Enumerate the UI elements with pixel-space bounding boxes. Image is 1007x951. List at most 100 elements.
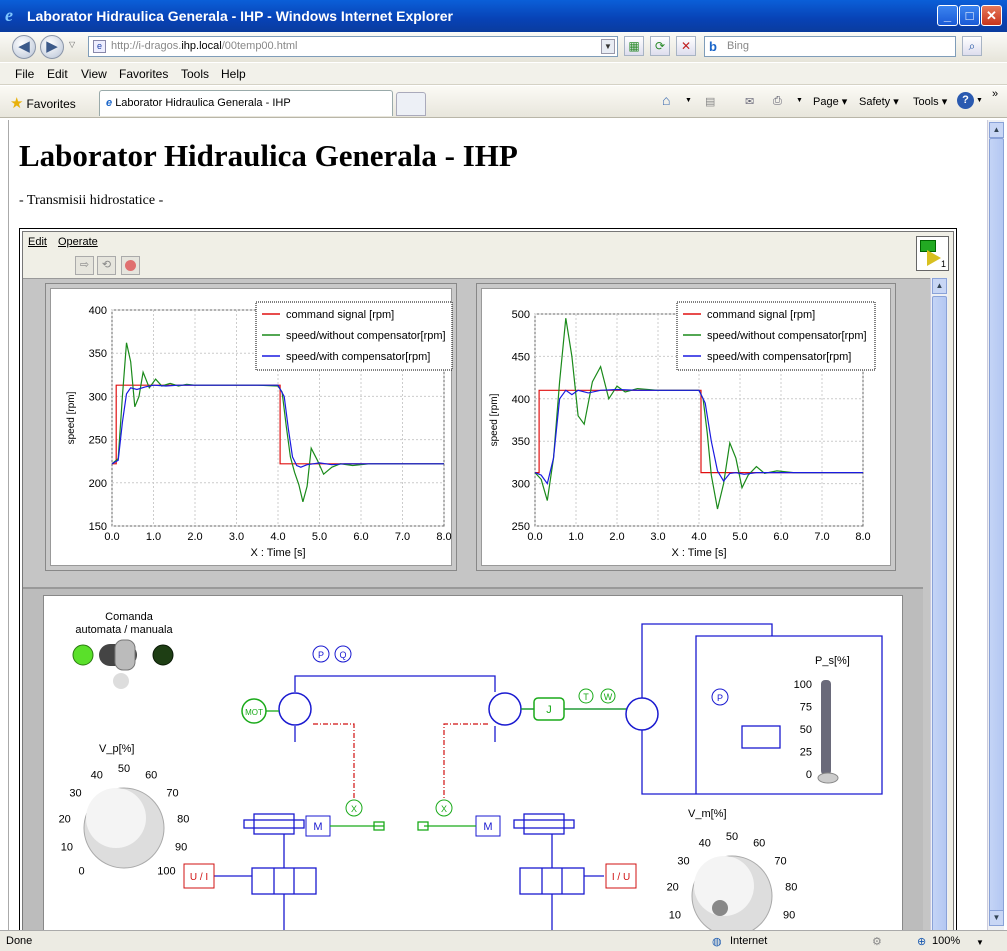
help-icon[interactable]: ? xyxy=(957,92,974,109)
menu-file[interactable]: File xyxy=(15,67,34,81)
compatibility-icon[interactable]: ▦ xyxy=(624,36,644,56)
run-continuous-icon[interactable]: ⟲ xyxy=(97,256,116,275)
zoom-dropdown-icon[interactable]: ▼ xyxy=(976,938,984,947)
labview-frame: Edit Operate ⇨ ⟲ 1 0.0 1.0 2.0 3.0 4.0 5.0 6.0… xyxy=(19,228,957,930)
chart-1: 0.0 1.0 2.0 3.0 4.0 5.0 6.0 7.0 8.01502002503003… xyxy=(66,301,453,559)
y-tick-label: 500 xyxy=(512,309,530,321)
hydraulic-schematic: Comanda automata / manuala V_p[%] V_m[%]… xyxy=(59,611,883,930)
vi-menu-operate[interactable]: Operate xyxy=(58,236,98,248)
knob-tick-label: 30 xyxy=(69,788,81,800)
abort-icon[interactable] xyxy=(121,256,140,275)
status-text: Done xyxy=(6,935,33,947)
legend-entry: speed/without compensator[rpm] xyxy=(707,330,867,342)
line-pump-motor-top xyxy=(294,675,496,692)
zoom-level[interactable]: 100% xyxy=(932,935,960,947)
x-tick-label: 5.0 xyxy=(312,531,327,543)
favorites-button[interactable]: ★ Favorites xyxy=(10,94,76,112)
vi-arrow-icon xyxy=(927,250,941,266)
maximize-button[interactable]: □ xyxy=(959,5,980,26)
back-button[interactable]: ◀ xyxy=(12,35,36,59)
menu-edit[interactable]: Edit xyxy=(47,67,68,81)
window-title: Laborator Hidraulica Generala - IHP - Wi… xyxy=(27,8,453,24)
page-vertical-scrollbar[interactable]: ▲ ▼ xyxy=(987,120,1004,930)
safety-menu-label: Safety xyxy=(859,96,891,108)
home-dropdown-icon[interactable]: ▼ xyxy=(685,97,692,104)
knob-tick-label: 80 xyxy=(785,882,797,894)
help-dropdown-icon[interactable]: ▼ xyxy=(976,97,983,104)
vi-menu-edit[interactable]: Edit xyxy=(28,236,47,248)
y-tick-label: 300 xyxy=(89,391,107,403)
safety-menu[interactable]: Safety ▾ xyxy=(859,95,899,108)
x-tick-label: 1.0 xyxy=(568,531,583,543)
y-tick-label: 350 xyxy=(512,436,530,448)
pump-knob[interactable] xyxy=(83,787,165,869)
refresh-icon[interactable]: ⟳ xyxy=(650,36,670,56)
knob-tick-label: 50 xyxy=(726,831,738,843)
red-signal-left xyxy=(313,723,355,800)
x-tick-label: 5.0 xyxy=(732,531,747,543)
more-commands-icon[interactable]: » xyxy=(992,88,998,100)
search-go-icon[interactable]: ⌕ xyxy=(962,36,982,56)
home-icon[interactable]: ⌂ xyxy=(662,92,670,108)
page-menu[interactable]: Page ▾ xyxy=(813,95,847,108)
status-bar: Done ◍ Internet ⚙ ⊕ 100% ▼ xyxy=(0,930,1007,951)
pressure-slider-track[interactable] xyxy=(821,680,831,775)
search-input[interactable]: b Bing xyxy=(704,36,956,57)
vi-icon-label: 1 xyxy=(940,259,946,269)
vi-scroll-up-icon[interactable]: ▲ xyxy=(932,278,947,294)
knob-tick-label: 60 xyxy=(145,770,157,782)
read-mail-icon[interactable]: ✉ xyxy=(745,95,754,108)
knob-tick-label: 10 xyxy=(61,842,73,854)
y-tick-label: 400 xyxy=(512,394,530,406)
pressure-slider-thumb[interactable] xyxy=(817,772,839,784)
forward-button[interactable]: ▶ xyxy=(40,35,64,59)
mode-toggle-lever[interactable] xyxy=(114,639,136,671)
tab-title: Laborator Hidraulica Generala - IHP xyxy=(115,97,291,109)
menu-view[interactable]: View xyxy=(81,67,107,81)
globe-icon: ◍ xyxy=(712,936,722,948)
new-tab-button[interactable] xyxy=(396,92,426,116)
address-dropdown-icon[interactable]: ▼ xyxy=(601,39,615,54)
minimize-button[interactable]: _ xyxy=(937,5,958,26)
print-dropdown-icon[interactable]: ▼ xyxy=(796,97,803,104)
motor-knob-pointer xyxy=(712,900,728,916)
x-tick-label: 4.0 xyxy=(270,531,285,543)
knob-tick-label: 70 xyxy=(774,856,786,868)
page-subtitle: - Transmisii hidrostatice - xyxy=(19,193,164,208)
menu-favorites[interactable]: Favorites xyxy=(119,67,168,81)
browser-tab[interactable]: e Laborator Hidraulica Generala - IHP xyxy=(99,90,393,116)
switch-label-2: automata / manuala xyxy=(75,624,173,636)
menu-help[interactable]: Help xyxy=(221,67,246,81)
vi-menu-bar: Edit Operate xyxy=(23,232,953,252)
feeds-icon[interactable]: ▤ xyxy=(705,95,715,108)
scroll-thumb[interactable] xyxy=(989,138,1004,918)
menu-tools[interactable]: Tools xyxy=(181,67,209,81)
address-toolbar: ◀ ▶ ▽ e http://i-dragos.ihp.local/00temp… xyxy=(0,32,1007,62)
x-axis-label: X : Time [s] xyxy=(671,547,726,559)
close-button[interactable]: ✕ xyxy=(981,5,1002,26)
m-block-right-label: M xyxy=(483,821,492,833)
recent-pages-dropdown[interactable]: ▽ xyxy=(69,40,75,49)
motor-knob[interactable] xyxy=(691,855,773,930)
ui-converter-label: U / I xyxy=(190,872,208,883)
cyl-left-body xyxy=(253,813,295,835)
tools-menu[interactable]: Tools ▾ xyxy=(913,95,947,108)
stop-icon[interactable]: ✕ xyxy=(676,36,696,56)
iu-converter-label: I / U xyxy=(612,872,630,883)
scroll-up-icon[interactable]: ▲ xyxy=(989,122,1004,138)
x-tick-label: 4.0 xyxy=(691,531,706,543)
address-input[interactable]: e http://i-dragos.ihp.local/00temp00.htm… xyxy=(88,36,618,57)
x-tick-label: 8.0 xyxy=(855,531,870,543)
manual-led xyxy=(152,644,174,666)
print-icon[interactable]: ⎙ xyxy=(773,95,782,108)
run-arrow-icon[interactable]: ⇨ xyxy=(75,256,94,275)
scroll-down-icon[interactable]: ▼ xyxy=(989,910,1004,926)
vi-scroll-thumb[interactable] xyxy=(932,296,947,930)
vi-vertical-scrollbar[interactable]: ▲ xyxy=(930,278,948,930)
protected-mode-icon[interactable]: ⚙ xyxy=(872,935,882,948)
zoom-icon[interactable]: ⊕ xyxy=(917,935,926,948)
red-signal-right xyxy=(443,723,488,800)
y-tick-label: 450 xyxy=(512,351,530,363)
mot-label: MOT xyxy=(245,708,263,717)
address-path: /00temp00.html xyxy=(221,40,298,52)
